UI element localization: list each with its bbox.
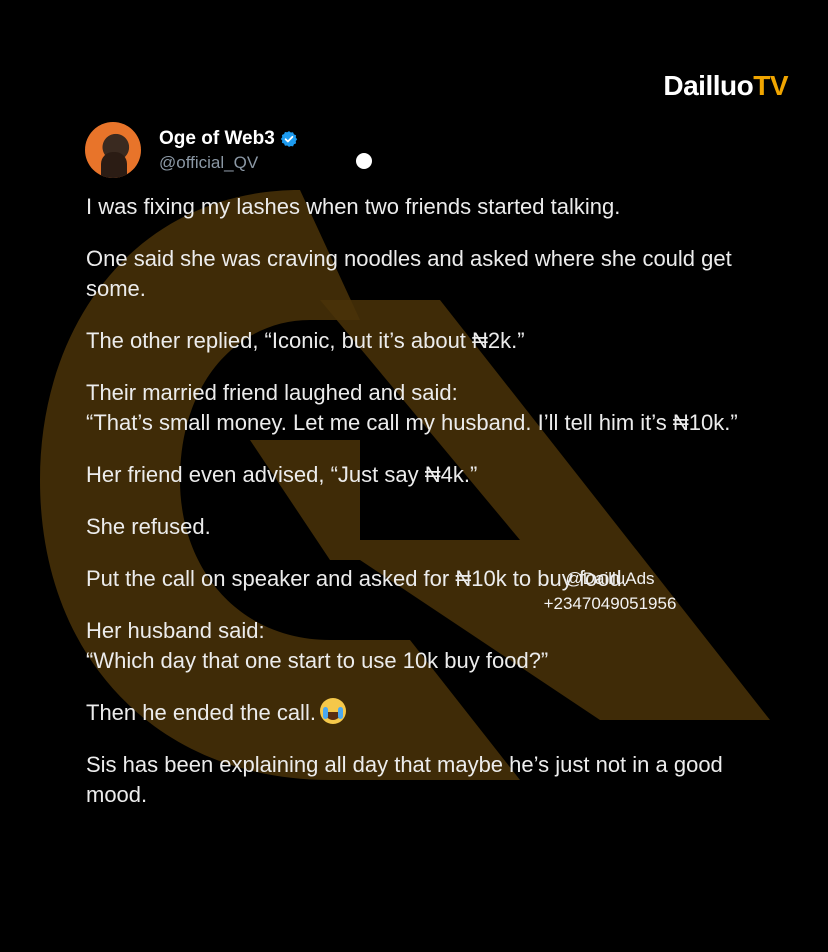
tweet-paragraph-10: Sis has been explaining all day that may… [86, 752, 723, 807]
avatar[interactable] [85, 122, 141, 178]
loudly-crying-face-icon [319, 698, 346, 724]
tweet-paragraph-6: She refused. [86, 514, 211, 539]
tweet-paragraph-5: Her friend even advised, “Just say ₦4k.” [86, 462, 478, 487]
status-dot [356, 153, 372, 169]
ad-contact: @DailluAds +2347049051956 [520, 566, 700, 616]
verified-badge-icon [280, 130, 297, 147]
tweet-text: I was fixing my lashes when two friends … [86, 192, 766, 832]
tweet-paragraph-2: One said she was craving noodles and ask… [86, 246, 732, 301]
tweet-paragraph-9-text: Then he ended the call. [86, 700, 316, 725]
ad-phone: +2347049051956 [543, 594, 677, 613]
author-handle[interactable]: @official_QV [159, 153, 298, 173]
tweet-paragraph-3: The other replied, “Iconic, but it’s abo… [86, 328, 525, 353]
ad-handle: @DailluAds [565, 569, 655, 588]
tweet-paragraph-8: Her husband said: “Which day that one st… [86, 618, 549, 673]
tweet-paragraph-9: Then he ended the call. [86, 698, 766, 728]
brand-name: Dailluo [663, 70, 754, 101]
author-info: Oge of Web3 @official_QV [159, 128, 298, 173]
tweet-paragraph-4: Their married friend laughed and said: “… [86, 380, 738, 435]
brand-logo: DailluoTV [663, 70, 788, 102]
brand-accent: TV [753, 70, 788, 101]
author-name-row: Oge of Web3 [159, 128, 298, 150]
author-name[interactable]: Oge of Web3 [159, 128, 275, 150]
tweet-paragraph-1: I was fixing my lashes when two friends … [86, 194, 621, 219]
tweet-header: Oge of Web3 @official_QV [85, 122, 298, 178]
